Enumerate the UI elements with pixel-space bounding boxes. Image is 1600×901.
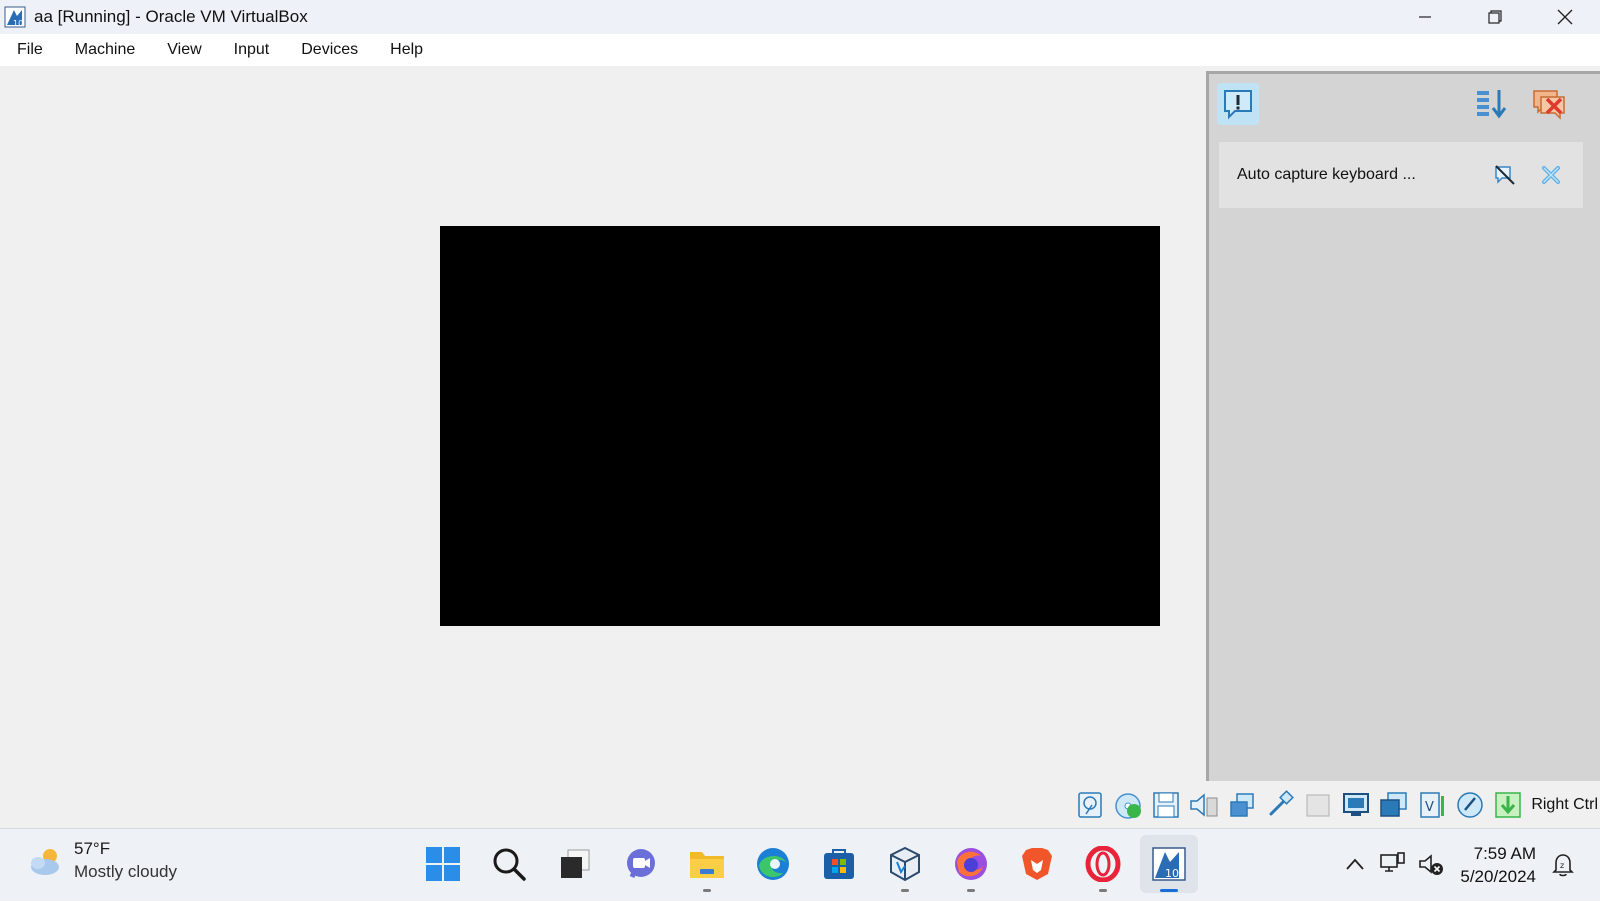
search-button[interactable] [480,835,538,893]
volume-button[interactable] [1416,850,1446,880]
keyboard-capture-icon[interactable] [1491,788,1525,822]
taskbar: 57°F Mostly cloudy 10 7:59 AM 5/20/2024 … [0,828,1600,900]
edge-button[interactable] [744,835,802,893]
brave-button[interactable] [1008,835,1066,893]
notifications-button[interactable]: z [1548,850,1578,880]
shared-folder-icon[interactable] [1301,788,1335,822]
running-indicator [901,889,909,892]
minimize-icon [1419,16,1431,18]
exclamation-bubble-icon [1224,90,1252,120]
host-key-label: Right Ctrl [1531,796,1598,813]
running-indicator [703,889,711,892]
menu-bar: File Machine View Input Devices Help [0,34,1600,66]
start-button[interactable] [414,835,472,893]
notification-text: Auto capture keyboard ... [1237,166,1416,183]
virtualization-icon[interactable]: V [1415,788,1449,822]
do-not-show-again-button[interactable] [1491,161,1519,189]
sort-button[interactable] [1471,83,1513,125]
svg-text:10: 10 [13,19,23,28]
svg-text:10: 10 [1165,867,1179,880]
weather-description: Mostly cloudy [74,862,177,881]
restore-button[interactable] [1460,0,1530,34]
file-explorer-button[interactable] [678,835,736,893]
svg-text:V: V [1425,800,1434,815]
dismiss-all-button[interactable] [1529,83,1571,125]
notification-bell-icon: z [1552,854,1574,877]
weather-temperature: 57°F [74,839,111,858]
brave-icon [1022,848,1052,880]
search-icon [493,848,526,881]
close-button[interactable] [1530,0,1600,34]
vm-window-button[interactable]: 10 [1140,835,1198,893]
clock-time: 7:59 AM [1473,843,1536,863]
menu-machine[interactable]: Machine [59,34,151,66]
restore-icon [1488,10,1502,24]
vm-screen[interactable] [440,226,1160,626]
usb-icon[interactable] [1263,788,1297,822]
active-indicator [1160,889,1178,892]
svg-text:z: z [1560,861,1564,870]
menu-view[interactable]: View [151,34,217,66]
virtualbox-icon [890,846,920,882]
microsoft-store-button[interactable] [810,835,868,893]
clock[interactable]: 7:59 AM 5/20/2024 [1460,844,1536,887]
close-notification-button[interactable] [1537,161,1565,189]
dismiss-all-icon [1533,90,1565,120]
virtualbox-vm-icon: 10 [4,6,26,28]
notification-center: Auto capture keyboard ... [1206,71,1600,781]
teams-chat-button[interactable] [612,835,670,893]
vm-window-icon: 10 [1152,847,1186,881]
edge-icon [757,848,789,880]
hard-disk-icon[interactable] [1073,788,1107,822]
taskbar-apps: 10 [414,835,1206,893]
menu-help[interactable]: Help [374,34,439,66]
hide-message-icon [1495,165,1515,185]
messages-button[interactable] [1217,83,1259,125]
network-disconnected-icon [1380,852,1406,872]
window-controls [1390,0,1600,34]
teams-chat-icon [627,849,655,878]
network-status-button[interactable] [1378,850,1408,880]
sort-down-icon [1477,90,1507,119]
task-view-button[interactable] [546,835,604,893]
display-icon[interactable] [1339,788,1373,822]
virtualbox-button[interactable] [876,835,934,893]
menu-input[interactable]: Input [218,34,286,66]
opera-icon [1085,846,1121,882]
close-icon [1542,166,1560,184]
windows-start-icon [426,847,460,881]
volume-muted-icon [1419,854,1444,875]
notification-toolbar [1209,74,1600,140]
recording-icon[interactable] [1377,788,1411,822]
cloudy-weather-icon [31,848,59,875]
optical-drive-icon[interactable] [1111,788,1145,822]
running-indicator [967,889,975,892]
mouse-integration-icon[interactable] [1453,788,1487,822]
microsoft-store-icon [824,849,854,879]
notification-item: Auto capture keyboard ... [1219,142,1583,208]
floppy-icon[interactable] [1149,788,1183,822]
minimize-button[interactable] [1390,0,1460,34]
opera-button[interactable] [1074,835,1132,893]
window-title: aa [Running] - Oracle VM VirtualBox [34,7,308,26]
system-tray: 7:59 AM 5/20/2024 z [1340,829,1600,901]
menu-file[interactable]: File [0,34,59,66]
file-explorer-icon [690,852,724,878]
chevron-up-icon [1346,858,1365,870]
running-indicator [1099,889,1107,892]
close-icon [1557,9,1573,25]
audio-icon[interactable] [1187,788,1221,822]
firefox-icon [955,848,987,880]
weather-widget[interactable]: 57°F Mostly cloudy [26,839,177,882]
task-view-icon [561,849,590,878]
title-bar[interactable]: 10 aa [Running] - Oracle VM VirtualBox [0,0,1600,34]
network-icon[interactable] [1225,788,1259,822]
vm-status-bar: V Right Ctrl [0,782,1600,828]
clock-date: 5/20/2024 [1460,866,1536,886]
show-hidden-icons-button[interactable] [1340,850,1370,880]
firefox-button[interactable] [942,835,1000,893]
menu-devices[interactable]: Devices [285,34,374,66]
